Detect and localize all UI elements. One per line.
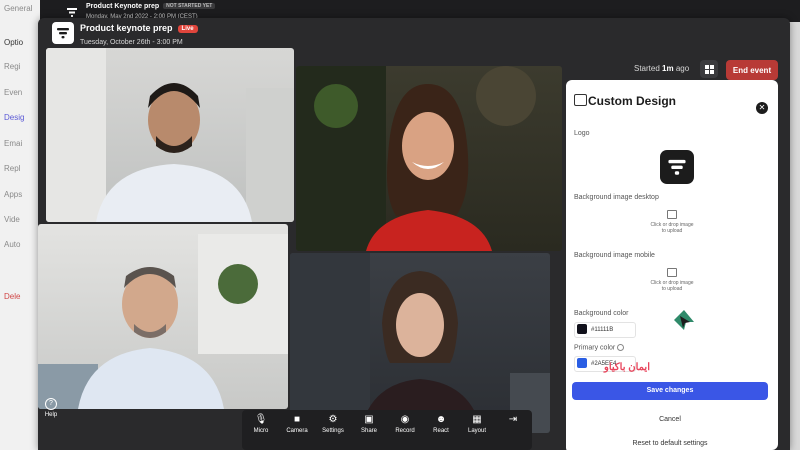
grid-view-button[interactable] bbox=[700, 60, 718, 78]
share-label: Share bbox=[360, 428, 377, 434]
call-control-bar: 🎙 Micro ■ Camera ⚙ Settings ▣ Share ◉ Re… bbox=[242, 410, 532, 450]
help-label: Help bbox=[44, 412, 58, 418]
participant-video bbox=[46, 48, 294, 222]
bg-event-title: Product Keynote prep NOT STARTED YET bbox=[86, 3, 216, 10]
primary-color-label: Primary color bbox=[574, 344, 625, 351]
bg-color-label: Background color bbox=[574, 310, 629, 317]
camera-button[interactable]: ■ Camera bbox=[280, 412, 314, 434]
info-icon bbox=[617, 344, 625, 351]
save-changes-button[interactable]: Save changes bbox=[572, 382, 768, 400]
micro-label: Micro bbox=[253, 428, 269, 434]
image-upload-icon bbox=[667, 210, 677, 219]
bg-sidebar-item[interactable]: Auto bbox=[4, 240, 20, 249]
app-logo bbox=[52, 22, 74, 44]
background-sidebar: General Optio Regi Even Desig Emai Repl … bbox=[0, 0, 40, 450]
bg-sidebar-item[interactable]: Repl bbox=[4, 164, 20, 173]
drop-text: to upload bbox=[661, 228, 683, 234]
event-title: Product keynote prep Live bbox=[80, 23, 198, 33]
custom-design-panel: Custom Design ✕ Logo Background image de… bbox=[566, 80, 778, 450]
bg-sidebar-item[interactable]: General bbox=[4, 4, 32, 13]
bg-sidebar-item[interactable]: Regi bbox=[4, 62, 20, 71]
reset-default-button[interactable]: Reset to default settings bbox=[572, 440, 768, 447]
bg-color-input[interactable]: #11111B bbox=[574, 322, 636, 338]
participant-video bbox=[290, 253, 550, 433]
bg-color-value: #11111B bbox=[591, 327, 614, 333]
watermark-text: ایمان باکیاو bbox=[604, 362, 650, 373]
video-tile-participant-4[interactable] bbox=[290, 253, 550, 433]
bg-sidebar-item[interactable]: Apps bbox=[4, 190, 22, 199]
cursor-icon bbox=[674, 310, 694, 330]
camera-label: Camera bbox=[286, 428, 308, 434]
bg-sidebar-item[interactable]: Optio bbox=[4, 38, 23, 47]
logo-upload[interactable] bbox=[660, 150, 694, 184]
grid-icon bbox=[704, 64, 714, 74]
video-call-window: Product keynote prep Live Tuesday, Octobe… bbox=[38, 18, 790, 450]
share-icon: ▣ bbox=[364, 414, 374, 425]
primary-color-swatch bbox=[577, 358, 587, 369]
share-button[interactable]: ▣ Share bbox=[352, 412, 386, 434]
participant-video bbox=[38, 234, 288, 409]
bg-sidebar-item[interactable]: Vide bbox=[4, 215, 20, 224]
started-timer: Started 1m ago bbox=[634, 64, 690, 73]
bg-sidebar-item[interactable]: Emai bbox=[4, 139, 22, 148]
image-upload-icon bbox=[667, 268, 677, 277]
record-icon: ◉ bbox=[400, 414, 410, 425]
brand-logo-icon bbox=[668, 159, 686, 175]
leave-button[interactable]: ⇥ bbox=[496, 412, 530, 428]
end-event-button[interactable]: End event bbox=[726, 60, 778, 80]
settings-button[interactable]: ⚙ Settings bbox=[316, 412, 350, 434]
bg-sidebar-item-delete[interactable]: Dele bbox=[4, 292, 20, 301]
help-button[interactable]: ? Help bbox=[42, 398, 60, 418]
app-logo-icon bbox=[57, 28, 69, 39]
micro-button[interactable]: 🎙 Micro bbox=[244, 412, 278, 434]
leave-icon: ⇥ bbox=[508, 414, 518, 425]
close-panel-button[interactable]: ✕ bbox=[756, 102, 768, 114]
layout-button[interactable]: ▦ Layout bbox=[460, 412, 494, 434]
bg-status-badge: NOT STARTED YET bbox=[163, 3, 216, 10]
bg-color-swatch bbox=[577, 324, 587, 335]
cancel-button[interactable]: Cancel bbox=[572, 416, 768, 423]
video-tile-participant-3[interactable] bbox=[38, 224, 288, 409]
camera-icon: ■ bbox=[293, 414, 301, 425]
drop-text: to upload bbox=[661, 286, 683, 292]
event-date: Tuesday, October 26th - 3:00 PM bbox=[80, 39, 183, 46]
bg-sidebar-item[interactable]: Even bbox=[4, 88, 22, 97]
logo-label: Logo bbox=[574, 130, 590, 137]
react-label: React bbox=[433, 428, 449, 434]
live-badge: Live bbox=[177, 24, 198, 33]
bg-sidebar-item[interactable]: Desig bbox=[4, 113, 24, 122]
question-icon: ? bbox=[45, 398, 57, 410]
participant-video bbox=[296, 66, 536, 251]
bg-app-logo-icon bbox=[67, 8, 77, 17]
react-button[interactable]: ☻ React bbox=[424, 412, 458, 434]
bg-mobile-label: Background image mobile bbox=[574, 252, 655, 259]
gear-icon: ⚙ bbox=[328, 414, 338, 425]
microphone-icon: 🎙 bbox=[254, 414, 268, 425]
video-tile-participant-1[interactable] bbox=[46, 48, 294, 222]
panel-title: Custom Design bbox=[588, 94, 677, 108]
layout-icon: ▦ bbox=[472, 414, 482, 425]
react-icon: ☻ bbox=[435, 414, 447, 425]
bg-desktop-label: Background image desktop bbox=[574, 194, 659, 201]
record-button[interactable]: ◉ Record bbox=[388, 412, 422, 434]
layout-label: Layout bbox=[467, 428, 486, 434]
video-tile-participant-2[interactable] bbox=[296, 66, 562, 251]
close-icon: ✕ bbox=[758, 103, 766, 112]
bg-desktop-dropzone[interactable]: Click or drop image to upload bbox=[574, 206, 770, 250]
bg-mobile-dropzone[interactable]: Click or drop image to upload bbox=[574, 264, 770, 308]
record-label: Record bbox=[395, 428, 415, 434]
settings-label: Settings bbox=[322, 428, 344, 434]
image-icon bbox=[574, 94, 587, 106]
